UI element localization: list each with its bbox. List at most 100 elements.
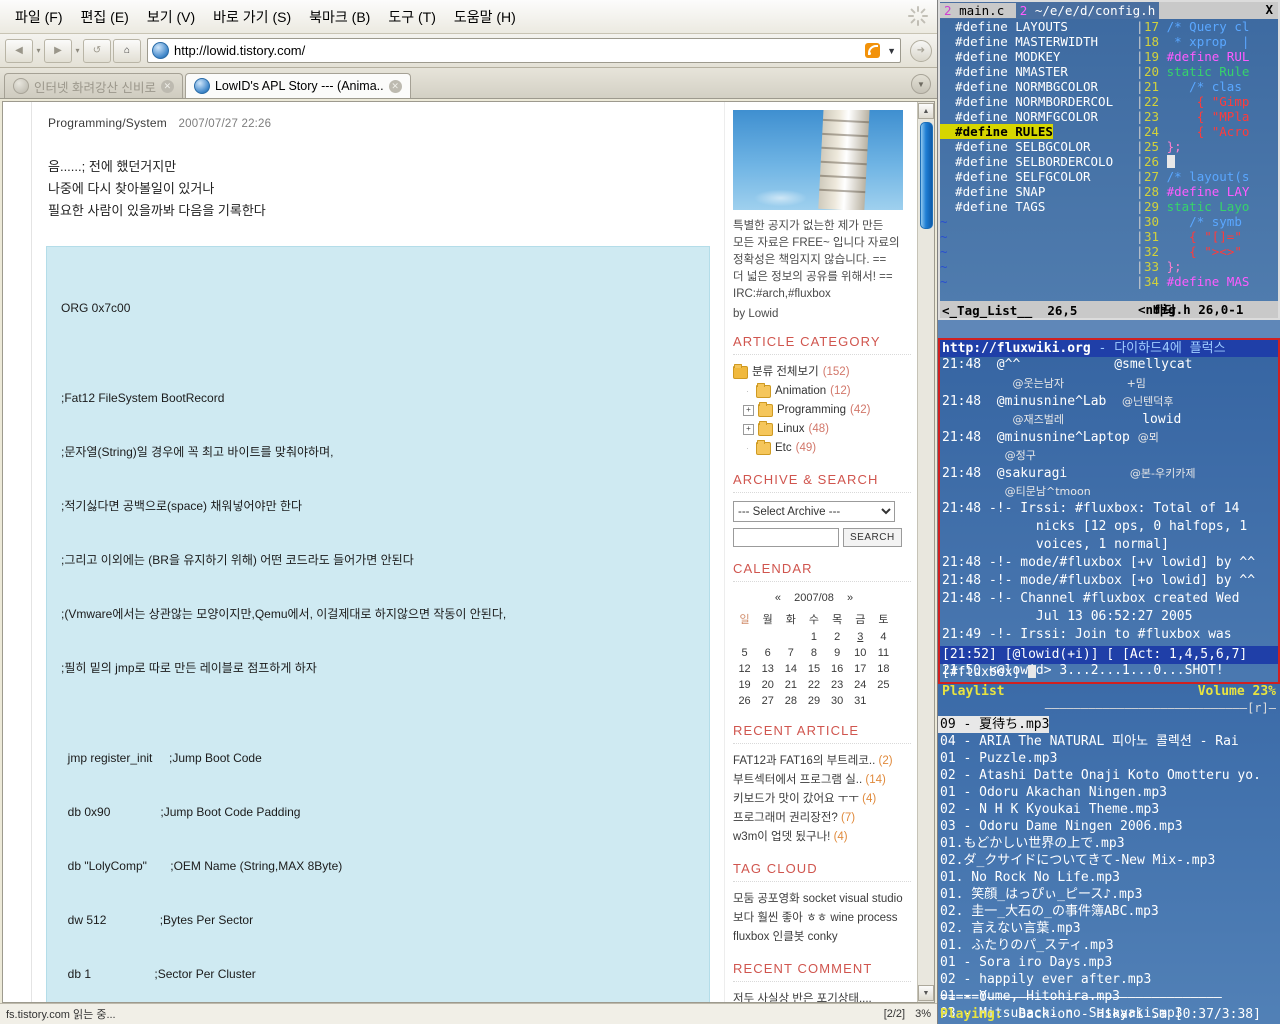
playlist-item[interactable]: 02 - N H K Kyoukai Theme.mp3	[938, 801, 1280, 818]
code-text: /* clas	[1166, 79, 1242, 94]
playlist-item[interactable]: 02. 圭一_大石の_の事件簿ABC.mp3	[938, 903, 1280, 920]
playlist-item[interactable]: 02. 言えない言葉.mp3	[938, 920, 1280, 937]
tab-close-icon[interactable]: ✕	[388, 79, 402, 93]
home-button[interactable]: ⌂	[113, 38, 141, 63]
menu-item-help[interactable]: 도움말 (H)	[445, 4, 525, 30]
menu-item-tools[interactable]: 도구 (T)	[379, 4, 445, 30]
article-title[interactable]: w3m이 업뎃 됬구나!	[733, 831, 830, 843]
url-text[interactable]: http://lowid.tistory.com/	[174, 43, 860, 58]
browser-tab-2[interactable]: LowID's APL Story --- (Anima.. ✕	[184, 73, 411, 98]
playlist-item[interactable]: 04 - ARIA The NATURAL 피아노 콜렉션 - Rai	[938, 733, 1280, 750]
expand-icon[interactable]: +	[743, 424, 754, 435]
code-line: 34 #define MAS	[1144, 274, 1278, 289]
taglist-entry[interactable]: #define MODKEY	[940, 49, 1136, 64]
vim-taglist-pane[interactable]: #define LAYOUTS #define MASTERWIDTH #def…	[940, 19, 1136, 291]
volume-indicator[interactable]: Volume 23%	[1198, 684, 1276, 702]
taglist-entry[interactable]: #define SELBGCOLOR	[940, 139, 1136, 154]
playlist-item[interactable]: 02 - Atashi Datte Onaji Koto Omotteru yo…	[938, 767, 1280, 784]
forward-dropdown-icon[interactable]: ▾	[74, 46, 81, 55]
menu-item-edit[interactable]: 편집 (E)	[72, 4, 138, 30]
taglist-entry[interactable]: #define SNAP	[940, 184, 1136, 199]
irc-body: http://fluxwiki.org - 다이하드4에 플럭스 21:48 @…	[940, 340, 1278, 682]
playlist-item[interactable]: 01. 笑顔_はっぴぃ_ピース♪.mp3	[938, 886, 1280, 903]
list-item[interactable]: 프로그래머 권리장전? (7)	[733, 809, 911, 828]
taglist-entry[interactable]: #define NORMBORDERCOL	[940, 94, 1136, 109]
vim-window[interactable]: 2 main.c 2 ~/e/e/d/config.h X #define LA…	[938, 0, 1280, 320]
rss-feed-icon[interactable]	[865, 43, 881, 58]
taglist-entry[interactable]: #define MASTERWIDTH	[940, 34, 1136, 49]
playlist-item[interactable]: 03 - Odoru Dame Ningen 2006.mp3	[938, 818, 1280, 835]
article-title[interactable]: FAT12과 FAT16의 부트레코..	[733, 755, 875, 767]
playlist-item[interactable]: 01. ふたりのパ_スティ.mp3	[938, 937, 1280, 954]
search-input[interactable]	[733, 528, 839, 547]
playlist-item[interactable]: 01. No Rock No Life.mp3	[938, 869, 1280, 886]
category-row-all[interactable]: 분류 전체보기 (152)	[733, 363, 911, 382]
scroll-down-button[interactable]: ▼	[918, 985, 934, 1001]
irc-window[interactable]: http://fluxwiki.org - 다이하드4에 플럭스 21:48 @…	[938, 338, 1280, 684]
expand-icon[interactable]: +	[743, 405, 754, 416]
taglist-entry-selected[interactable]: #define RULES	[940, 124, 1136, 139]
section-heading-calendar: CALENDAR	[733, 561, 813, 576]
playlist-item[interactable]: 01 - Sora iro Days.mp3	[938, 954, 1280, 971]
address-bar[interactable]: http://lowid.tistory.com/ ▼	[147, 38, 901, 63]
taglist-entry[interactable]: #define NMASTER	[940, 64, 1136, 79]
article-title[interactable]: 키보드가 맛이 갔어요 ㅜㅜ	[733, 793, 859, 805]
post-category[interactable]: Programming/System	[48, 116, 167, 130]
article-title[interactable]: 부트섹터에서 프로그램 실..	[733, 774, 862, 786]
list-item[interactable]: 키보드가 맛이 갔어요 ㅜㅜ (4)	[733, 790, 911, 809]
playlist-row[interactable]: 09 - 夏待ち.mp3	[938, 716, 1280, 733]
go-button[interactable]: ➜	[910, 39, 932, 62]
article-title[interactable]: 프로그래머 권리장전?	[733, 812, 838, 824]
irc-nick-line: @정구	[940, 447, 1278, 465]
progress-bar[interactable]: =====0——————————————————————————————	[938, 990, 1280, 1006]
back-dropdown-icon[interactable]: ▾	[35, 46, 42, 55]
playlist-item[interactable]: 01.もどかしい世界の上で.mp3	[938, 835, 1280, 852]
vim-tab-main-c[interactable]: 2 main.c	[940, 3, 1016, 18]
browser-tab-1[interactable]: 인터넷 화려강산 신비로 ✕	[4, 73, 183, 98]
vim-code-pane[interactable]: 17 /* Query cl 18 * xprop | 19 #define R…	[1144, 19, 1278, 291]
list-item[interactable]: w3m이 업뎃 됬구나! (4)	[733, 828, 911, 847]
menu-item-bookmarks[interactable]: 북마크 (B)	[300, 4, 379, 30]
menu-item-view[interactable]: 보기 (V)	[138, 4, 204, 30]
taglist-entry[interactable]: #define LAYOUTS	[940, 19, 1136, 34]
scrollbar-thumb[interactable]	[919, 122, 933, 229]
playlist-item[interactable]: 01 - Puzzle.mp3	[938, 750, 1280, 767]
tag-cloud[interactable]: 모둠 공포영화 socket visual studio 보다 훨씬 좋아 ㅎㅎ…	[733, 890, 911, 947]
archive-select[interactable]: --- Select Archive ---	[733, 501, 895, 522]
category-row-animation[interactable]: · Animation (12)	[733, 382, 911, 401]
menu-item-file[interactable]: 파일 (F)	[6, 4, 72, 30]
tab-close-icon[interactable]: ✕	[160, 79, 174, 93]
comment-count: (2)	[878, 755, 893, 767]
list-item[interactable]: 저두 사실상 반은 포기상태....	[733, 990, 911, 1002]
taglist-entry[interactable]: #define SELFGCOLOR	[940, 169, 1136, 184]
playlist-item[interactable]: 01 - Odoru Akachan Ningen.mp3	[938, 784, 1280, 801]
calendar-prev-button[interactable]: «	[775, 592, 781, 604]
back-button[interactable]: ◀	[5, 38, 33, 63]
calendar-next-button[interactable]: »	[847, 592, 853, 604]
taglist-entry[interactable]: #define TAGS	[940, 199, 1136, 214]
reload-button[interactable]: ↺	[83, 38, 111, 63]
url-dropdown-icon[interactable]: ▼	[887, 46, 896, 56]
music-player-window[interactable]: Playlist Volume 23% ————————————————————…	[938, 684, 1280, 1024]
taglist-entry[interactable]: #define NORMBGCOLOR	[940, 79, 1136, 94]
taglist-entry[interactable]: #define NORMFGCOLOR	[940, 109, 1136, 124]
list-item[interactable]: 부트섹터에서 프로그램 실.. (14)	[733, 771, 911, 790]
search-button[interactable]: SEARCH	[843, 528, 902, 547]
forward-button[interactable]: ▶	[44, 38, 72, 63]
irc-input-line[interactable]: [#fluxbox]	[940, 664, 1278, 682]
page-scrollbar[interactable]: ▲ ▼	[917, 102, 934, 1002]
category-row-programming[interactable]: + Programming (42)	[733, 401, 911, 420]
menu-item-go[interactable]: 바로 가기 (S)	[204, 4, 300, 30]
playlist-item-selected[interactable]: 09 - 夏待ち.mp3	[938, 716, 1050, 733]
list-item[interactable]: FAT12과 FAT16의 부트레코.. (2)	[733, 752, 911, 771]
playlist-item[interactable]: 02.ダ_クサイドについてきて-New Mix-.mp3	[938, 852, 1280, 869]
playlist-item[interactable]: 02 - happily ever after.mp3	[938, 971, 1280, 988]
scroll-up-button[interactable]: ▲	[918, 103, 934, 119]
vim-tab-close-icon[interactable]: X	[1260, 2, 1278, 19]
calendar-day-marked[interactable]: 3	[849, 629, 872, 645]
tab-list-button[interactable]: ▼	[911, 74, 931, 94]
taglist-entry[interactable]: #define SELBORDERCOLO	[940, 154, 1136, 169]
vim-tab-config-h[interactable]: 2 ~/e/e/d/config.h	[1016, 3, 1159, 18]
category-row-linux[interactable]: + Linux (48)	[733, 420, 911, 439]
category-row-etc[interactable]: · Etc (49)	[733, 439, 911, 458]
